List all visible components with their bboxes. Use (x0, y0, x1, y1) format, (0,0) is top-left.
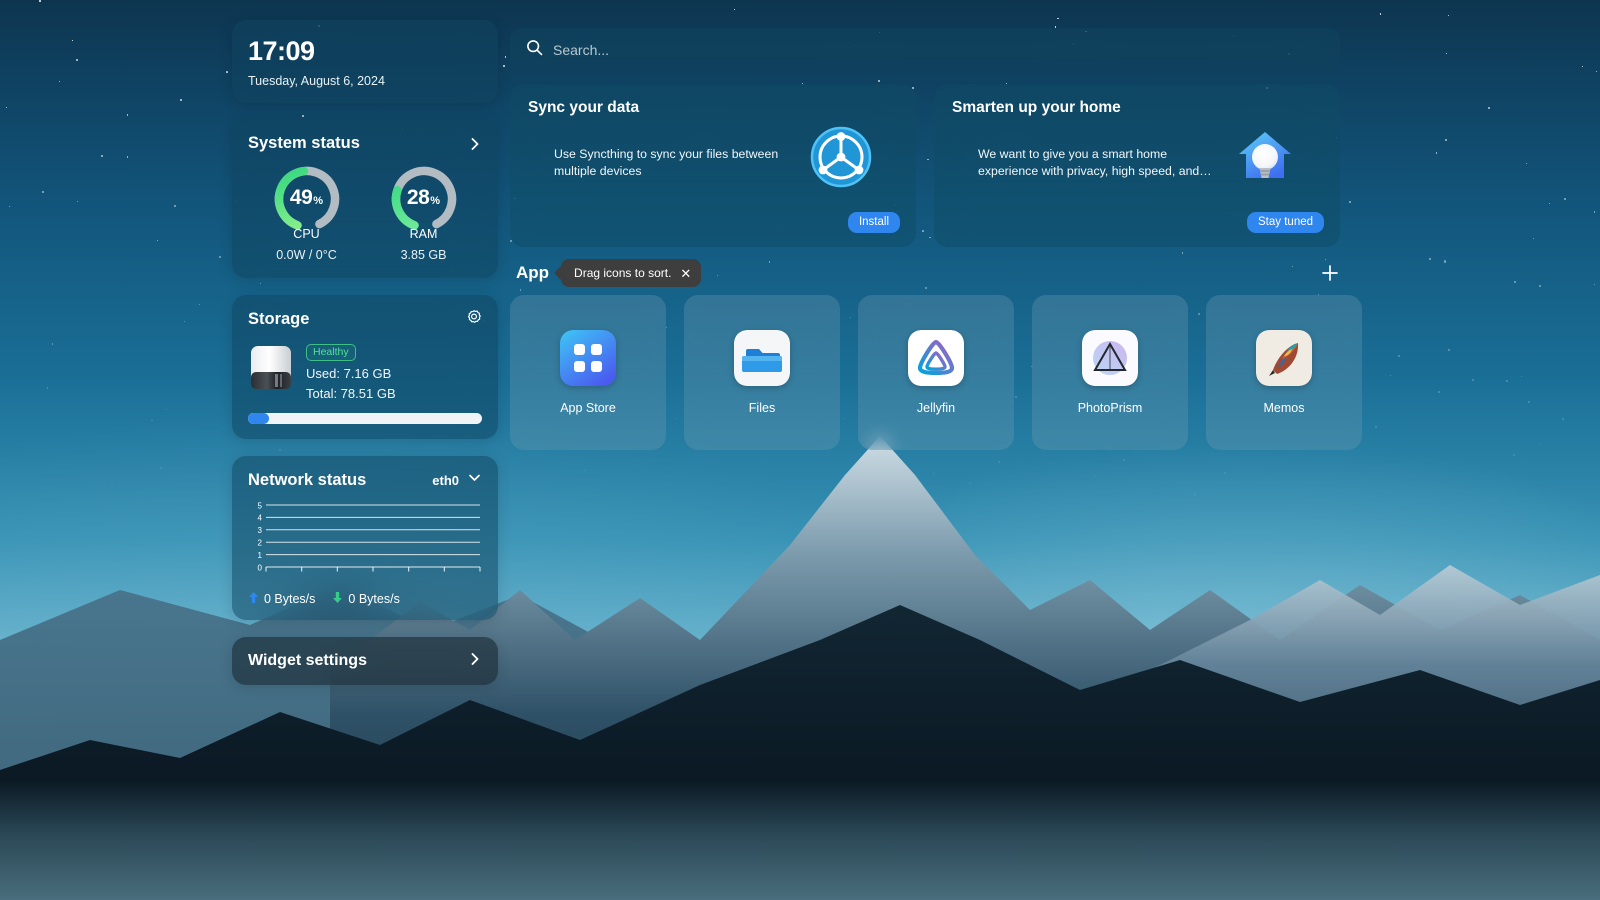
svg-text:2: 2 (258, 539, 263, 548)
ram-gauge: 28 % RAM 3.85 GB (368, 161, 480, 262)
status-badge: Healthy (306, 344, 356, 362)
cpu-gauge: 49 % CPU 0.0W / 0°C (251, 161, 363, 262)
network-status-widget: Network status eth0 5 4 3 2 1 0 0 Bytes/s 0 B… (232, 456, 498, 621)
plus-icon[interactable] (1320, 263, 1340, 283)
chevron-down-icon[interactable] (467, 470, 482, 490)
tooltip-text: Drag icons to sort. (574, 266, 672, 280)
cpu-value: 49 (289, 186, 313, 210)
app-tile-memos[interactable]: Memos (1206, 295, 1362, 450)
chevron-right-icon[interactable] (468, 137, 482, 151)
storage-info: Healthy Used: 7.16 GB Total: 78.51 GB (306, 341, 396, 401)
storage-header: Storage (248, 309, 482, 330)
clock-widget: 17:09 Tuesday, August 6, 2024 (232, 20, 498, 104)
svg-text:4: 4 (258, 514, 263, 523)
install-button[interactable]: Install (847, 212, 900, 233)
ram-unit: % (430, 194, 441, 207)
app-label: Jellyfin (916, 401, 956, 415)
system-status-widget[interactable]: System status 49 % CPU 0.0W / 0°C 28 % R… (232, 120, 498, 279)
close-icon[interactable]: ✕ (680, 267, 691, 280)
drag-sort-tooltip: Drag icons to sort. ✕ (561, 259, 702, 287)
promo-card-sync[interactable]: Sync your data Use Syncthing to sync you… (510, 84, 916, 247)
storage-total: Total: 78.51 GB (306, 386, 396, 402)
search-placeholder: Search... (553, 42, 610, 58)
smart-home-bulb-icon (1234, 126, 1296, 188)
app-store-icon (560, 330, 616, 386)
storage-title: Storage (248, 310, 310, 329)
promo-card-smart-home[interactable]: Smarten up your home We want to give you… (934, 84, 1340, 247)
storage-progress-fill (248, 413, 270, 425)
app-section-title: App (516, 263, 550, 282)
upload-value: 0 Bytes/s (264, 592, 316, 607)
system-status-title: System status (248, 134, 360, 153)
app-label: App Store (560, 401, 616, 415)
app-tile-photoprism[interactable]: PhotoPrism (1032, 295, 1188, 450)
network-interface-selector[interactable]: eth0 (432, 470, 482, 490)
storage-used: Used: 7.16 GB (306, 366, 392, 382)
download-stat: 0 Bytes/s (332, 591, 400, 607)
search-input[interactable]: Search... (510, 28, 1340, 72)
memos-quill-icon (1256, 330, 1312, 386)
search-icon (526, 39, 543, 61)
widget-settings-label: Widget settings (248, 652, 367, 670)
app-label: Memos (1263, 401, 1305, 415)
svg-text:0: 0 (258, 564, 263, 573)
svg-text:5: 5 (258, 502, 263, 511)
network-interface-label: eth0 (432, 472, 459, 488)
storage-widget: Storage Healthy Used: 7.16 GB Total: 78.… (232, 295, 498, 440)
ram-label: RAM (409, 227, 438, 242)
arrow-up-icon (248, 591, 259, 607)
system-status-header: System status (248, 134, 482, 153)
app-grid: App Store Files Jellyfin PhotoPrism Memo… (510, 295, 1362, 450)
network-legend: 0 Bytes/s 0 Bytes/s (248, 591, 482, 607)
cpu-unit: % (313, 194, 324, 207)
arrow-down-icon (332, 591, 343, 607)
app-tile-jellyfin[interactable]: Jellyfin (858, 295, 1014, 450)
ram-sub: 3.85 GB (400, 248, 447, 263)
app-tile-files[interactable]: Files (684, 295, 840, 450)
ram-value: 28 (406, 186, 430, 210)
stay-tuned-button[interactable]: Stay tuned (1247, 212, 1324, 233)
gear-icon[interactable] (466, 309, 482, 330)
storage-body: Healthy Used: 7.16 GB Total: 78.51 GB (248, 341, 482, 401)
promo-card-group: Sync your data Use Syncthing to sync you… (510, 84, 1340, 247)
network-header: Network status eth0 (248, 470, 482, 490)
jellyfin-icon (908, 330, 964, 386)
network-title: Network status (248, 470, 367, 489)
app-section-header: App Drag icons to sort. ✕ (516, 258, 1340, 288)
svg-text:1: 1 (258, 551, 263, 560)
promo-description: Use Syncthing to sync your files between… (554, 147, 779, 178)
photoprism-icon (1082, 330, 1138, 386)
promo-description: We want to give you a smart home experie… (978, 147, 1212, 178)
cpu-sub: 0.0W / 0°C (276, 248, 337, 263)
syncthing-icon (810, 126, 872, 188)
clock-date: Tuesday, August 6, 2024 (248, 74, 385, 89)
download-value: 0 Bytes/s (348, 592, 400, 607)
promo-title: Smarten up your home (952, 99, 1121, 116)
upload-stat: 0 Bytes/s (248, 591, 315, 607)
clock-time: 17:09 (248, 36, 315, 66)
widget-sidebar: 17:09 Tuesday, August 6, 2024 System sta… (232, 20, 498, 686)
widget-settings-button[interactable]: Widget settings (232, 637, 498, 686)
svg-text:3: 3 (258, 526, 263, 535)
hard-drive-icon (248, 341, 294, 398)
promo-title: Sync your data (528, 99, 640, 116)
chevron-right-icon (468, 652, 482, 671)
app-label: PhotoPrism (1077, 401, 1143, 415)
cpu-label: CPU (293, 227, 320, 242)
app-label: Files (748, 401, 776, 415)
files-folder-icon (734, 330, 790, 386)
app-tile-app-store[interactable]: App Store (510, 295, 666, 450)
storage-progress-bar (248, 413, 482, 425)
gauge-group: 49 % CPU 0.0W / 0°C 28 % RAM 3.85 GB (248, 161, 482, 262)
network-chart: 5 4 3 2 1 0 (248, 501, 482, 581)
